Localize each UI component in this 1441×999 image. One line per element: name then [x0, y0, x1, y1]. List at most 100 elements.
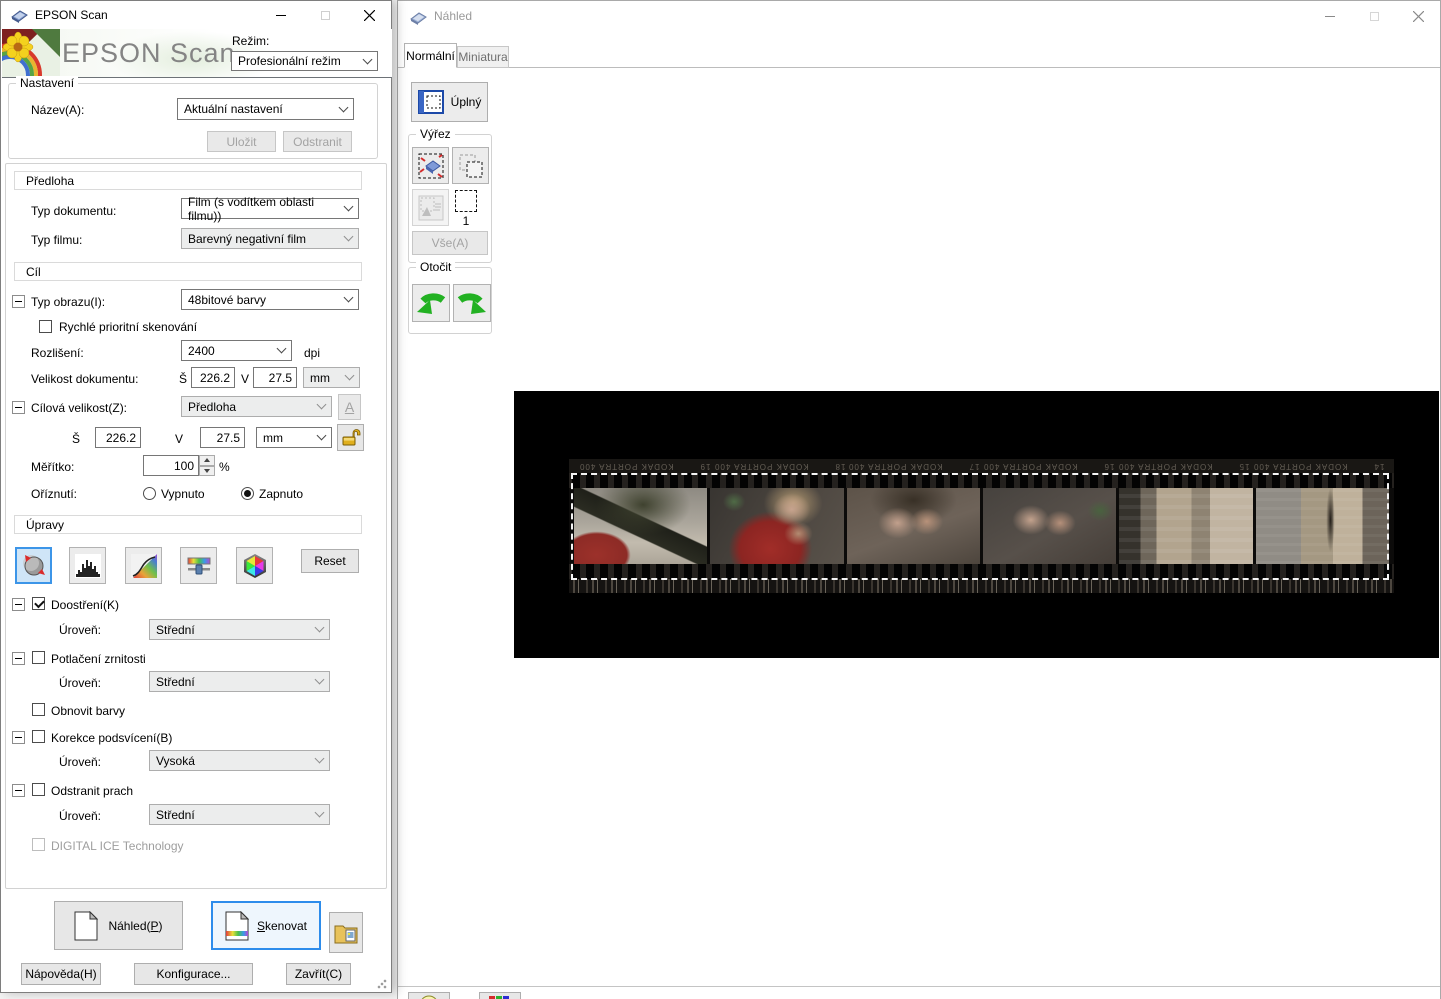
bottom-toolbar-divider — [398, 986, 1440, 987]
epson-flower-logo-icon — [2, 29, 60, 77]
histogram-icon — [75, 554, 101, 578]
chevron-down-icon — [344, 232, 354, 242]
image-type-select[interactable]: 48bitové barvy — [181, 289, 359, 310]
chevron-down-icon — [344, 202, 354, 212]
chevron-down-icon — [345, 371, 355, 381]
auto-locate-button — [412, 189, 449, 226]
rgb-meter-icon — [488, 993, 512, 999]
help-button[interactable]: Nápověda(H) — [21, 963, 101, 985]
doc-height-field[interactable] — [253, 367, 297, 388]
tone-curve-button[interactable] — [125, 547, 162, 584]
resolution-value: 2400 — [188, 344, 215, 358]
mode-select[interactable]: Profesionální režim — [231, 51, 378, 71]
settings-name-select[interactable]: Aktuální nastavení — [177, 98, 354, 120]
target-width-symbol: Š — [72, 432, 80, 446]
scale-stepper[interactable] — [199, 455, 215, 476]
reset-button[interactable]: Reset — [301, 549, 359, 573]
sharpen-level-select[interactable]: Střední — [149, 619, 330, 640]
densitometer-button[interactable] — [479, 992, 521, 999]
scale-field[interactable] — [143, 455, 199, 476]
tab-thumbnail[interactable]: Miniatura — [457, 46, 509, 68]
delete-marquee-button[interactable] — [412, 147, 449, 184]
preview-titlebar[interactable]: Náhled — [398, 1, 1440, 31]
rotate-left-button[interactable] — [412, 284, 450, 322]
histogram-button[interactable] — [69, 547, 106, 584]
film-type-select[interactable]: Barevný negativní film — [181, 228, 359, 249]
maximize-icon — [303, 1, 347, 29]
target-height-field[interactable] — [200, 427, 245, 448]
zoom-tool-button[interactable] — [408, 992, 450, 999]
grain-checkbox[interactable] — [32, 651, 45, 664]
close-icon[interactable] — [347, 1, 391, 29]
target-size-expander[interactable] — [12, 401, 25, 414]
close-button[interactable]: Zavřít(C) — [286, 963, 351, 985]
color-hexagon-icon — [241, 553, 269, 579]
auto-exposure-button[interactable] — [15, 547, 52, 584]
target-size-select[interactable]: Předloha — [181, 396, 332, 417]
trim-on-radio[interactable] — [241, 487, 254, 500]
dust-level-value: Střední — [156, 808, 195, 822]
close-icon[interactable] — [1396, 1, 1440, 31]
selection-marquee[interactable] — [571, 473, 1389, 580]
backlight-expander[interactable] — [12, 731, 25, 744]
tab-normal[interactable]: Normální — [404, 43, 457, 68]
full-area-icon — [418, 90, 444, 114]
original-section-header: Předloha — [14, 171, 362, 190]
digital-ice-checkbox — [32, 838, 45, 851]
duplicate-marquee-button[interactable] — [452, 147, 489, 184]
stepper-up-icon[interactable] — [199, 455, 215, 466]
dust-expander[interactable] — [12, 784, 25, 797]
preview-button[interactable]: Náhled(P) — [54, 901, 183, 950]
settings-name-value: Aktuální nastavení — [184, 102, 283, 116]
scanner-app-icon — [410, 9, 427, 25]
delete-button: Odstranit — [283, 131, 352, 152]
stepper-down-icon[interactable] — [199, 466, 215, 477]
sharpen-checkbox[interactable] — [32, 597, 45, 610]
maximize-icon — [1352, 1, 1396, 31]
all-marquees-button: Vše(A) — [412, 231, 488, 255]
dust-checkbox[interactable] — [32, 783, 45, 796]
scan-preview-canvas[interactable]: 19KODAK PORTRA 400 18KODAK PORTRA 400 17… — [514, 391, 1439, 658]
target-width-field[interactable] — [95, 427, 141, 448]
backlight-checkbox[interactable] — [32, 730, 45, 743]
image-type-expander[interactable] — [12, 295, 25, 308]
lock-button[interactable] — [337, 424, 364, 451]
backlight-level-value: Vysoká — [156, 754, 195, 768]
rotate-right-icon — [457, 288, 487, 318]
film-barcode-edge — [569, 579, 1394, 593]
copy-marquee-icon — [457, 152, 485, 180]
marquee-indicator[interactable] — [455, 190, 477, 212]
marquee-group-title: Výřez — [416, 127, 455, 141]
trim-off-radio[interactable] — [143, 487, 156, 500]
grain-label: Potlačení zrnitosti — [51, 652, 146, 666]
fast-preview-checkbox[interactable] — [39, 320, 52, 333]
erase-marquee-icon — [417, 152, 445, 180]
minimize-icon[interactable] — [259, 1, 303, 29]
configuration-button[interactable]: Konfigurace... — [134, 963, 253, 985]
doc-width-field[interactable] — [191, 367, 235, 388]
open-lock-icon — [341, 428, 361, 447]
minimize-icon[interactable] — [1308, 1, 1352, 31]
sharpen-expander[interactable] — [12, 598, 25, 611]
resolution-select[interactable]: 2400 — [181, 340, 292, 361]
scanner-app-icon — [11, 7, 28, 23]
target-unit-value: mm — [263, 431, 283, 445]
color-palette-button[interactable] — [236, 547, 273, 584]
doc-type-select[interactable]: Film (s vodítkem oblasti filmu)) — [181, 198, 359, 219]
rotate-right-button[interactable] — [453, 284, 491, 322]
doc-unit-select[interactable]: mm — [303, 367, 360, 388]
doc-unit-value: mm — [310, 371, 330, 385]
backlight-level-select: Vysoká — [149, 750, 330, 771]
scan-titlebar[interactable]: EPSON Scan — [1, 1, 391, 29]
image-adjustment-button[interactable] — [180, 547, 217, 584]
target-unit-select[interactable]: mm — [256, 427, 332, 448]
desktop: EPSON Scan EPSON Scan — [0, 0, 1441, 999]
resize-grip[interactable] — [377, 979, 387, 989]
full-preview-button[interactable]: Úplný — [411, 82, 488, 122]
destination-section-header: Cíl — [14, 262, 362, 281]
scan-button[interactable]: Skenovat — [211, 901, 321, 950]
backlight-level-label: Úroveň: — [59, 755, 101, 769]
grain-expander[interactable] — [12, 652, 25, 665]
color-restore-checkbox[interactable] — [32, 703, 45, 716]
file-save-settings-button[interactable] — [329, 912, 363, 953]
